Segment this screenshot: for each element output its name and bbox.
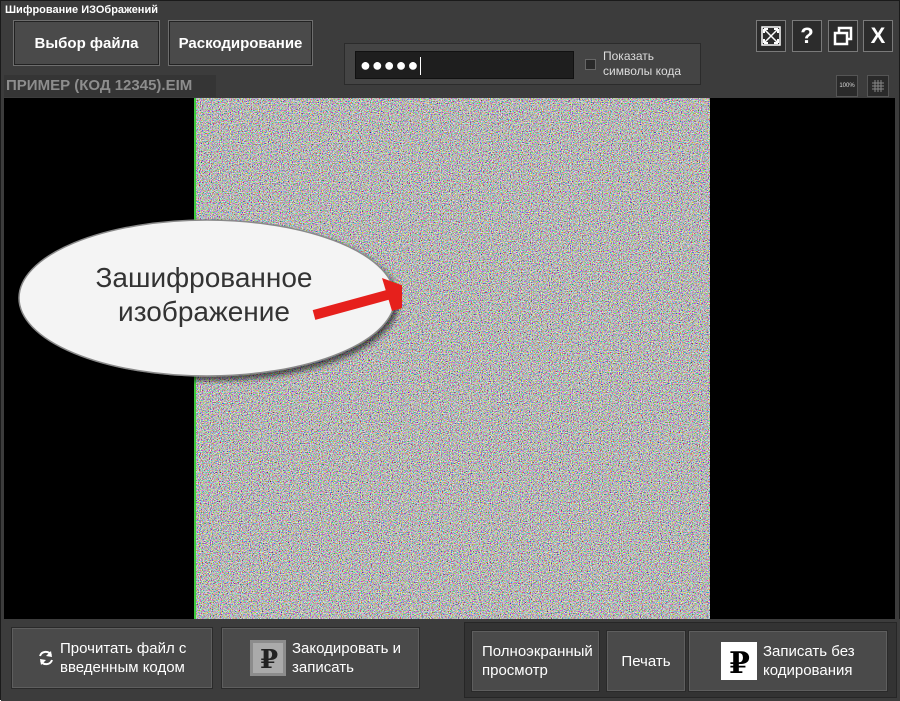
encode-icon: ₽ — [250, 640, 286, 676]
password-field[interactable]: ●●●●● — [355, 51, 574, 79]
grid-icon — [872, 80, 884, 92]
save-no-encode-label: Записать без кодирования — [763, 643, 855, 679]
print-label: Печать — [621, 652, 671, 670]
fullscreen-button[interactable]: Полноэкранный просмотр — [471, 630, 600, 692]
print-button[interactable]: Печать — [606, 630, 686, 692]
encode-save-label: Закодировать и записать — [292, 640, 402, 676]
restore-window-button[interactable] — [828, 20, 858, 52]
select-file-button[interactable]: Выбор файла — [13, 20, 160, 66]
window-title: Шифрование ИЗОбражений — [5, 4, 158, 16]
image-viewer[interactable]: Зашифрованное изображение — [4, 98, 895, 619]
fit-screen-button[interactable] — [756, 20, 786, 52]
help-button[interactable]: ? — [792, 20, 822, 52]
decode-button[interactable]: Раскодирование — [168, 20, 313, 66]
encode-save-button[interactable]: ₽ Закодировать и записать — [221, 627, 420, 689]
svg-text:₽: ₽ — [260, 645, 278, 675]
close-button[interactable]: X — [863, 20, 893, 52]
show-symbols-checkbox[interactable] — [585, 59, 596, 70]
password-value: ●●●●● — [360, 55, 420, 75]
output-actions-group: Полноэкранный просмотр Печать ₽ Записать… — [464, 622, 897, 698]
show-symbols-label: Показать символы кода — [603, 49, 682, 78]
callout-text: Зашифрованное изображение — [95, 262, 313, 327]
fit-view-button[interactable] — [867, 75, 889, 97]
fit-screen-icon — [761, 26, 781, 46]
app-window: Шифрование ИЗОбражений Выбор файла Раско… — [0, 0, 900, 701]
read-file-button[interactable]: Прочитать файл с введенным кодом — [11, 627, 213, 689]
text-caret — [420, 57, 422, 76]
restore-window-icon — [833, 26, 853, 46]
filename-label: ПРИМЕР (КОД 12345).EIM — [6, 77, 193, 94]
save-plain-icon: ₽ — [721, 642, 757, 680]
save-no-encode-button[interactable]: ₽ Записать без кодирования — [688, 630, 888, 692]
bottom-toolbar: Прочитать файл с введенным кодом ₽ Закод… — [1, 619, 900, 701]
password-panel: ●●●●● Показать символы кода — [344, 43, 701, 85]
zoom-100-button[interactable]: 100% — [836, 75, 858, 97]
read-file-label: Прочитать файл с введенным кодом — [60, 640, 187, 676]
refresh-icon — [39, 650, 53, 666]
fullscreen-label: Полноэкранный просмотр — [482, 643, 593, 679]
svg-text:₽: ₽ — [729, 646, 750, 680]
